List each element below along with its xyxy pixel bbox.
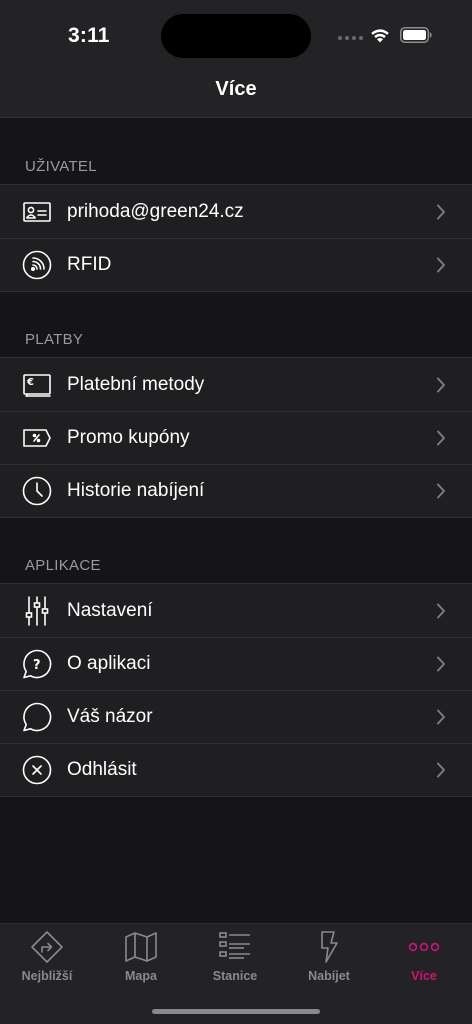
id-card-icon: [22, 197, 52, 227]
list-item-charging-history[interactable]: Historie nabíjení: [0, 464, 472, 517]
more-dots-icon: [408, 942, 440, 952]
list-item-label: Odhlásit: [67, 758, 137, 780]
list-item-promo-coupons[interactable]: Promo kupóny: [0, 411, 472, 464]
group-user: prihoda@green24.cz RFID: [0, 184, 472, 292]
tab-bar: Nejbližší Mapa Stanice Nabíjet Více: [0, 923, 472, 1024]
tab-more[interactable]: Více: [377, 930, 471, 983]
chevron-right-icon: [437, 257, 445, 272]
section-header-user: UŽIVATEL: [25, 158, 97, 175]
cellular-signal-icon: [338, 36, 363, 40]
list-item-logout[interactable]: Odhlásit: [0, 743, 472, 796]
wifi-icon: [371, 29, 389, 43]
list-item-payment-methods[interactable]: € Platební metody: [0, 358, 472, 411]
sliders-icon: [22, 595, 52, 626]
group-payments: € Platební metody Promo kupóny Historie …: [0, 357, 472, 518]
chevron-right-icon: [437, 483, 445, 498]
tab-nearest[interactable]: Nejbližší: [0, 930, 94, 983]
list-item-settings[interactable]: Nastavení: [0, 584, 472, 637]
page-title: Více: [215, 78, 257, 100]
chevron-right-icon: [437, 204, 445, 219]
bolt-icon: [321, 931, 338, 963]
tab-label: Nejbližší: [21, 969, 73, 983]
list-item-rfid[interactable]: RFID: [0, 238, 472, 291]
chat-bubble-icon: [22, 702, 52, 732]
tab-map[interactable]: Mapa: [94, 930, 188, 983]
dynamic-island: [161, 14, 311, 58]
list-item-about[interactable]: ? O aplikaci: [0, 637, 472, 690]
map-icon: [125, 932, 157, 962]
clock-icon: [22, 476, 52, 506]
chevron-right-icon: [437, 762, 445, 777]
home-indicator: [152, 1009, 320, 1014]
list-item-label: Historie nabíjení: [67, 479, 205, 501]
list-icon: [219, 932, 250, 959]
list-item-label: Nastavení: [67, 599, 153, 621]
tab-charge[interactable]: Nabíjet: [282, 930, 376, 983]
list-item-account[interactable]: prihoda@green24.cz: [0, 185, 472, 238]
tab-label: Stanice: [212, 969, 258, 983]
list-item-label: Váš názor: [67, 705, 153, 727]
list-item-label: Platební metody: [67, 373, 205, 395]
top-bar: 3:11 Více: [0, 0, 472, 118]
question-bubble-icon: ?: [22, 649, 52, 679]
chevron-right-icon: [437, 709, 445, 724]
rfid-icon: [22, 250, 52, 280]
settings-list: UŽIVATEL prihoda@green24.cz RFID PLATBY …: [0, 119, 472, 797]
group-app: Nastavení ? O aplikaci Váš názor Odhlási…: [0, 583, 472, 797]
battery-icon: [400, 27, 432, 43]
chevron-right-icon: [437, 377, 445, 392]
tab-label: Mapa: [125, 969, 157, 983]
list-item-label: RFID: [67, 253, 112, 275]
svg-text:?: ?: [33, 658, 41, 673]
directions-icon: [31, 931, 63, 963]
list-item-feedback[interactable]: Váš názor: [0, 690, 472, 743]
tab-stations[interactable]: Stanice: [188, 930, 282, 983]
logout-x-icon: [22, 755, 52, 785]
list-item-label: Promo kupóny: [67, 426, 190, 448]
chevron-right-icon: [437, 430, 445, 445]
list-item-label: O aplikaci: [67, 652, 151, 674]
euro-card-icon: €: [22, 370, 52, 400]
svg-text:€: €: [26, 377, 34, 388]
tab-label: Více: [411, 969, 437, 983]
list-item-label: prihoda@green24.cz: [67, 200, 244, 222]
status-time: 3:11: [68, 24, 110, 47]
section-header-payments: PLATBY: [25, 331, 84, 348]
section-header-app: APLIKACE: [25, 557, 101, 574]
chevron-right-icon: [437, 656, 445, 671]
coupon-icon: [22, 423, 52, 453]
chevron-right-icon: [437, 603, 445, 618]
tab-label: Nabíjet: [308, 969, 350, 983]
